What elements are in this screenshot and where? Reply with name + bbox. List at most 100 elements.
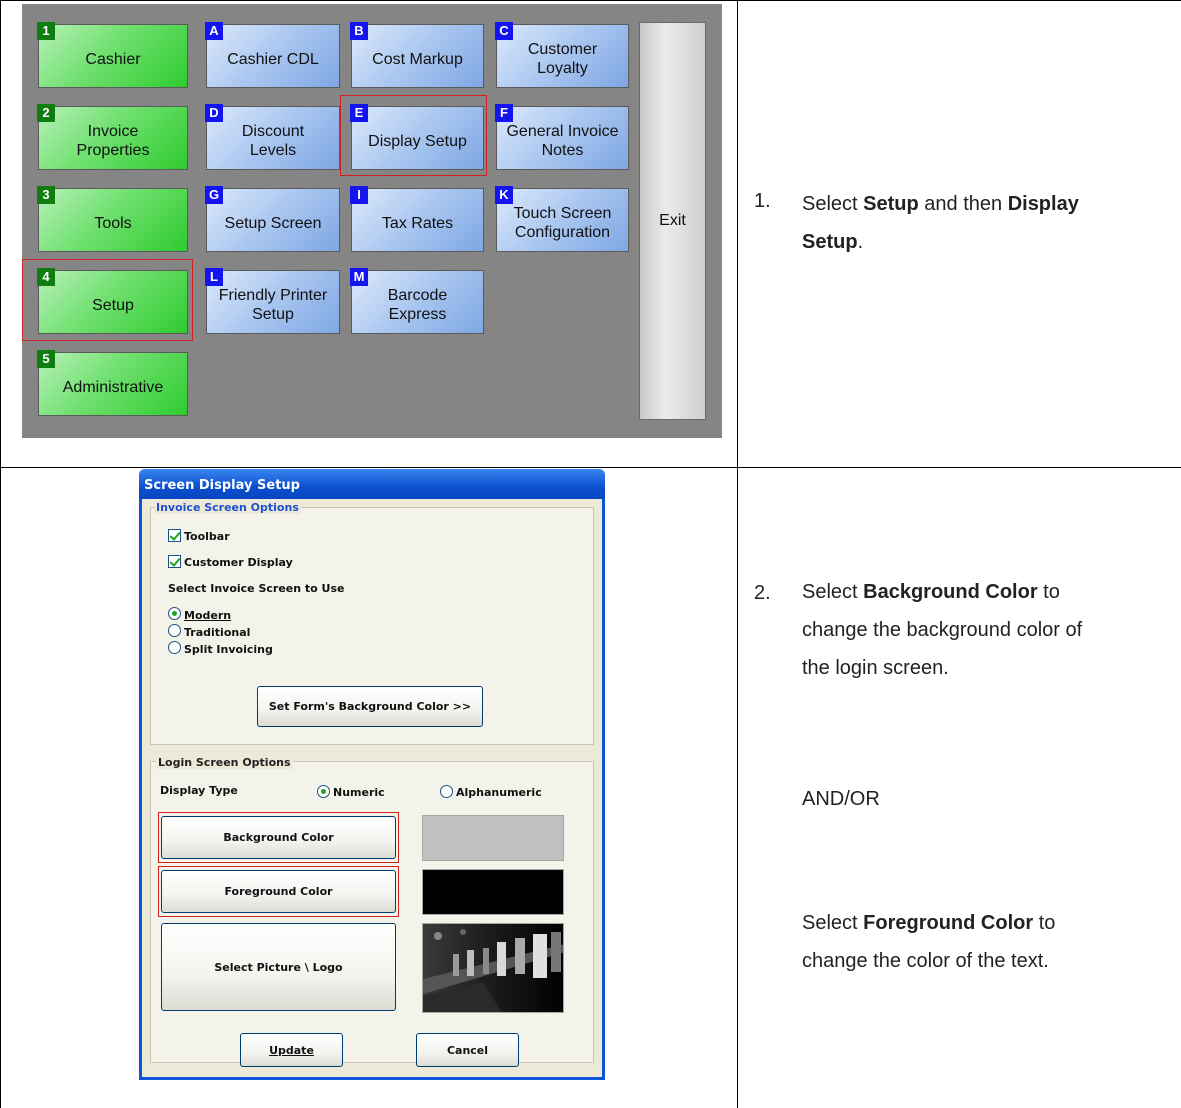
dialog-title: Screen Display Setup <box>139 469 605 499</box>
tile-cashier-cdl[interactable]: A Cashier CDL <box>205 22 340 88</box>
toolbar-checkbox[interactable] <box>168 529 181 542</box>
step-2-part: change the background color of <box>802 619 1083 641</box>
step-1-part: and then <box>918 193 1008 215</box>
tile-key-badge: A <box>205 22 223 40</box>
split-invoicing-label: Split Invoicing <box>184 643 273 656</box>
customer-display-checkbox[interactable] <box>168 555 181 568</box>
dialog-body: Invoice Screen Options Toolbar Customer … <box>142 499 602 1077</box>
tile-cashier[interactable]: 1 Cashier <box>37 22 188 88</box>
invoice-screen-options-label: Invoice Screen Options <box>154 501 301 514</box>
modern-radio[interactable] <box>168 607 181 620</box>
step-2-part: the login screen. <box>802 657 949 679</box>
tile-barcode-express[interactable]: M Barcode Express <box>350 268 484 334</box>
tile-invoice-properties[interactable]: 2 Invoice Properties <box>37 104 188 170</box>
tile-discount-levels[interactable]: D Discount Levels <box>205 104 340 170</box>
cancel-button[interactable]: Cancel <box>416 1033 519 1067</box>
tile-key-badge: 2 <box>37 104 55 122</box>
tile-key-badge: G <box>205 186 223 204</box>
customer-display-label: Customer Display <box>184 556 293 569</box>
background-color-button[interactable]: Background Color <box>161 816 396 859</box>
step-2-bold: Background Color <box>863 581 1038 603</box>
menu-screenshot: 1 Cashier A Cashier CDL B Cost Markup C … <box>22 4 722 438</box>
tile-label: Setup Screen <box>224 214 322 232</box>
tile-label: Cost Markup <box>372 50 463 68</box>
tile-key-badge: L <box>205 268 223 286</box>
screen-display-setup-dialog: Screen Display Setup Invoice Screen Opti… <box>139 469 605 1080</box>
table-border-top <box>0 0 1181 1</box>
tile-label: General Invoice Notes <box>506 123 619 159</box>
tile-setup-screen[interactable]: G Setup Screen <box>205 186 340 252</box>
tile-key-badge: 5 <box>37 350 55 368</box>
step-3-part: Select <box>802 912 864 934</box>
tile-label: Discount Levels <box>241 123 305 159</box>
numeric-label: Numeric <box>333 786 385 799</box>
tile-key-badge: M <box>350 268 368 286</box>
tile-key-badge: 1 <box>37 22 55 40</box>
tile-friendly-printer-setup[interactable]: L Friendly Printer Setup <box>205 268 340 334</box>
setup-highlight <box>22 259 193 341</box>
tile-cost-markup[interactable]: B Cost Markup <box>350 22 484 88</box>
tile-key-badge: 3 <box>37 186 55 204</box>
logo-preview-image <box>422 923 564 1013</box>
login-screen-options-label: Login Screen Options <box>156 756 293 769</box>
tile-administrative[interactable]: 5 Administrative <box>37 350 188 416</box>
step-1-bold: Setup <box>863 193 919 215</box>
tile-tax-rates[interactable]: I Tax Rates <box>350 186 484 252</box>
step-2-part: to <box>1037 581 1060 603</box>
tile-key-badge: K <box>495 186 513 204</box>
display-setup-highlight <box>340 95 487 176</box>
step-3-part: to <box>1033 912 1056 934</box>
tile-label: Tools <box>94 214 132 232</box>
tile-key-badge: I <box>350 186 368 204</box>
tile-label: Invoice Properties <box>76 123 150 159</box>
traditional-radio[interactable] <box>168 624 181 637</box>
foreground-color-button[interactable]: Foreground Color <box>161 870 396 913</box>
table-border-row <box>0 467 1181 468</box>
select-invoice-screen-label: Select Invoice Screen to Use <box>168 582 345 595</box>
tile-touch-screen-configuration[interactable]: K Touch Screen Configuration <box>495 186 629 252</box>
tile-label: Barcode Express <box>387 287 448 323</box>
numeric-radio[interactable] <box>317 785 330 798</box>
step-1-bold: Setup <box>802 231 858 253</box>
tile-label: Friendly Printer Setup <box>218 287 328 323</box>
step-3-bold: Foreground Color <box>863 912 1034 934</box>
step-1-bold: Display <box>1007 193 1079 215</box>
tile-general-invoice-notes[interactable]: F General Invoice Notes <box>495 104 629 170</box>
step-1-number: 1. <box>754 190 771 212</box>
step-2-text: Select Background Color to change the ba… <box>802 573 1172 687</box>
and-or-text: AND/OR <box>802 788 880 810</box>
step-2-part: Select <box>802 581 864 603</box>
step-3-text: Select Foreground Color to change the co… <box>802 904 1172 980</box>
split-invoicing-radio[interactable] <box>168 641 181 654</box>
exit-label: Exit <box>659 212 686 229</box>
tile-label: Tax Rates <box>381 214 454 232</box>
update-button[interactable]: Update <box>240 1033 343 1067</box>
tile-key-badge: C <box>495 22 513 40</box>
alphanumeric-label: Alphanumeric <box>456 786 542 799</box>
step-1-text: Select Setup and then Display Setup. <box>802 185 1162 261</box>
table-border-middle <box>737 0 738 1108</box>
toolbar-label: Toolbar <box>184 530 230 543</box>
set-form-background-color-button[interactable]: Set Form's Background Color >> <box>257 686 483 727</box>
alphanumeric-radio[interactable] <box>440 785 453 798</box>
tile-label: Cashier CDL <box>227 50 319 68</box>
step-3-part: change the color of the text. <box>802 950 1049 972</box>
tile-key-badge: F <box>495 104 513 122</box>
tile-tools[interactable]: 3 Tools <box>37 186 188 252</box>
traditional-label: Traditional <box>184 626 251 639</box>
foreground-color-swatch <box>422 869 564 915</box>
step-1-part: Select <box>802 193 864 215</box>
tile-label: Customer Loyalty <box>527 41 598 77</box>
tile-label: Administrative <box>62 378 164 396</box>
select-picture-logo-button[interactable]: Select Picture \ Logo <box>161 923 396 1011</box>
table-border-left <box>0 0 1 1108</box>
tile-customer-loyalty[interactable]: C Customer Loyalty <box>495 22 629 88</box>
tile-label: Touch Screen Configuration <box>513 205 612 241</box>
tile-key-badge: B <box>350 22 368 40</box>
step-1-part: . <box>857 231 864 253</box>
bar-photo-icon <box>423 924 563 1012</box>
tile-label: Cashier <box>85 50 141 68</box>
step-2-number: 2. <box>754 582 771 604</box>
exit-button[interactable]: Exit <box>639 22 706 420</box>
background-color-swatch <box>422 815 564 861</box>
